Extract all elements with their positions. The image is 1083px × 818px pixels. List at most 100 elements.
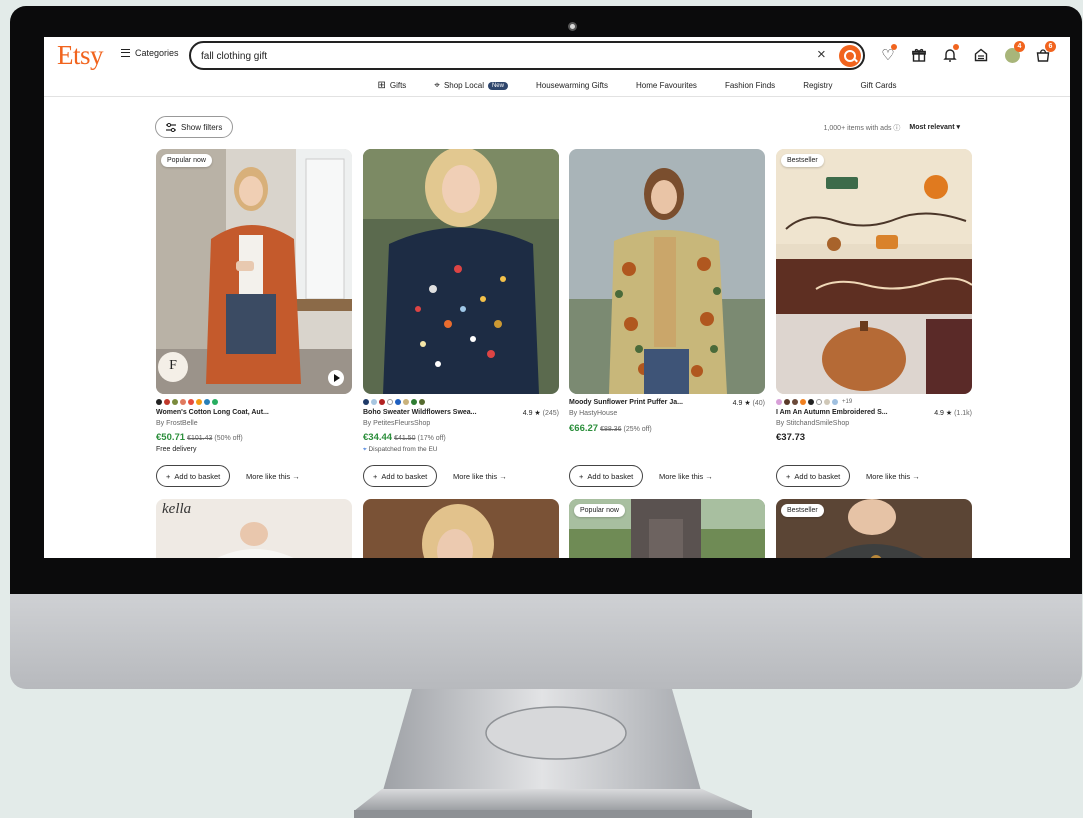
color-swatch[interactable] <box>419 399 425 405</box>
more-like-this-link[interactable]: More like this → <box>659 472 713 481</box>
gift-icon <box>912 48 926 62</box>
color-swatch[interactable] <box>832 399 838 405</box>
registry-icon <box>974 48 988 62</box>
add-to-basket-button[interactable]: + Add to basket <box>156 465 231 487</box>
favourites-dot <box>891 44 897 50</box>
color-swatch[interactable] <box>808 399 814 405</box>
search-input[interactable] <box>201 48 791 64</box>
clear-icon[interactable]: × <box>817 46 826 63</box>
price: €66.27 €88.36 (25% off) <box>569 423 652 434</box>
dispatch-text: Dispatched from the EU <box>368 446 438 453</box>
account-button[interactable]: 4 <box>1002 41 1025 65</box>
more-like-this-link[interactable]: More like this → <box>866 472 920 481</box>
etsy-logo[interactable]: Etsy <box>57 40 104 71</box>
category-nav: ⊞ Gifts ⌖ Shop Local New Housewarming Gifts… <box>44 75 1070 97</box>
color-swatch[interactable] <box>180 399 186 405</box>
shop-logo-seal: F <box>158 352 188 382</box>
add-to-basket-button[interactable]: + Add to basket <box>569 465 644 487</box>
product-image-row2-1[interactable]: kella <box>156 499 352 558</box>
categories-button[interactable]: Categories <box>121 48 179 58</box>
discount: (25% off) <box>623 426 652 433</box>
notifications-dot <box>953 44 959 50</box>
color-swatch[interactable] <box>776 399 782 405</box>
product-image-row2-3[interactable]: Popular now <box>569 499 765 558</box>
nav-label: Gifts <box>389 81 407 90</box>
color-swatch[interactable] <box>411 399 417 405</box>
nav-registry[interactable]: Registry <box>803 81 832 90</box>
shop-name[interactable]: By PetitesFleursShop <box>363 420 430 427</box>
color-swatch[interactable] <box>172 399 178 405</box>
product-image-row2-2[interactable] <box>363 499 559 558</box>
bell-icon <box>943 49 957 62</box>
basket-button[interactable]: 6 <box>1033 41 1056 65</box>
product-image-autumn-sweatshirt[interactable]: Bestseller <box>776 149 972 394</box>
product-title[interactable]: Boho Sweater Wildflowers Swea... <box>363 409 477 417</box>
color-swatch[interactable] <box>188 399 194 405</box>
product-tag: Bestseller <box>781 154 824 167</box>
price: €37.73 <box>776 432 805 443</box>
search-button[interactable] <box>839 45 861 67</box>
original-price: €88.36 <box>600 426 622 433</box>
color-swatch[interactable] <box>212 399 218 405</box>
add-label: Add to basket <box>794 471 841 481</box>
gift-icon: ⊞ <box>377 80 386 91</box>
color-swatch[interactable] <box>824 399 830 405</box>
nav-home-favourites[interactable]: Home Favourites <box>636 81 697 90</box>
product-title[interactable]: Moody Sunflower Print Puffer Ja... <box>569 399 683 407</box>
add-to-basket-button[interactable]: + Add to basket <box>363 465 438 487</box>
product-title[interactable]: I Am An Autumn Embroidered S... <box>776 409 888 417</box>
product-image-row2-4[interactable]: Bestseller <box>776 499 972 558</box>
color-swatch[interactable] <box>800 399 806 405</box>
product-image-coat[interactable]: Popular now F <box>156 149 352 394</box>
add-to-basket-button[interactable]: + Add to basket <box>776 465 851 487</box>
color-swatch[interactable] <box>156 399 162 405</box>
color-swatch[interactable] <box>204 399 210 405</box>
color-swatch[interactable] <box>403 399 409 405</box>
categories-label: Categories <box>135 48 179 58</box>
color-swatch[interactable] <box>371 399 377 405</box>
shop-name[interactable]: By HastyHouse <box>569 410 617 417</box>
notifications-button[interactable] <box>940 44 960 65</box>
more-colors-count: +19 <box>842 399 853 405</box>
product-image-puffer-jacket[interactable] <box>569 149 765 394</box>
color-swatch[interactable] <box>816 399 822 405</box>
original-price: €101.43 <box>187 435 213 442</box>
shop-name[interactable]: By FrostBelle <box>156 420 198 427</box>
nav-gift-cards[interactable]: Gift Cards <box>861 81 897 90</box>
show-filters-label: Show filters <box>181 122 223 132</box>
color-swatch[interactable] <box>164 399 170 405</box>
color-swatch[interactable] <box>387 399 393 405</box>
title-row: Moody Sunflower Print Puffer Ja... 4.9 ★… <box>569 399 765 407</box>
nav-gifts[interactable]: ⊞ Gifts <box>377 80 406 91</box>
product-title[interactable]: Women's Cotton Long Coat, Aut... <box>156 409 269 416</box>
sort-dropdown[interactable]: Most relevant ▾ <box>909 123 960 133</box>
favourites-button[interactable]: ♡ <box>878 44 898 65</box>
registry-button[interactable] <box>971 45 991 65</box>
rating-value: 4.9 ★ <box>522 410 541 417</box>
nav-shop-local[interactable]: ⌖ Shop Local New <box>434 80 508 91</box>
color-swatch[interactable] <box>395 399 401 405</box>
more-like-this-link[interactable]: More like this → <box>453 472 507 481</box>
new-badge: New <box>487 81 508 90</box>
more-like-this-link[interactable]: More like this → <box>246 472 300 481</box>
color-swatch[interactable] <box>363 399 369 405</box>
show-filters-button[interactable]: Show filters <box>155 116 234 138</box>
play-icon[interactable] <box>328 370 344 386</box>
menu-icon <box>121 49 130 57</box>
color-swatch[interactable] <box>196 399 202 405</box>
nav-fashion-finds[interactable]: Fashion Finds <box>725 81 775 90</box>
product-tag: Bestseller <box>781 504 824 517</box>
nav-housewarming[interactable]: Housewarming Gifts <box>536 81 608 90</box>
gifts-button[interactable] <box>909 45 929 65</box>
product-image-sweater[interactable] <box>363 149 559 394</box>
add-label: Add to basket <box>587 471 634 481</box>
color-swatch[interactable] <box>784 399 790 405</box>
shop-name[interactable]: By StitchandSmileShop <box>776 420 849 427</box>
plus-icon: + <box>786 471 791 481</box>
price: €50.71 €101.43 (50% off) <box>156 432 243 443</box>
results-bar: 1,000+ items with ads ⓘ Most relevant ▾ <box>824 123 960 133</box>
title-row: Boho Sweater Wildflowers Swea... 4.9 ★ (… <box>363 409 559 417</box>
color-swatch[interactable] <box>792 399 798 405</box>
basket-badge: 6 <box>1045 41 1056 52</box>
color-swatch[interactable] <box>379 399 385 405</box>
